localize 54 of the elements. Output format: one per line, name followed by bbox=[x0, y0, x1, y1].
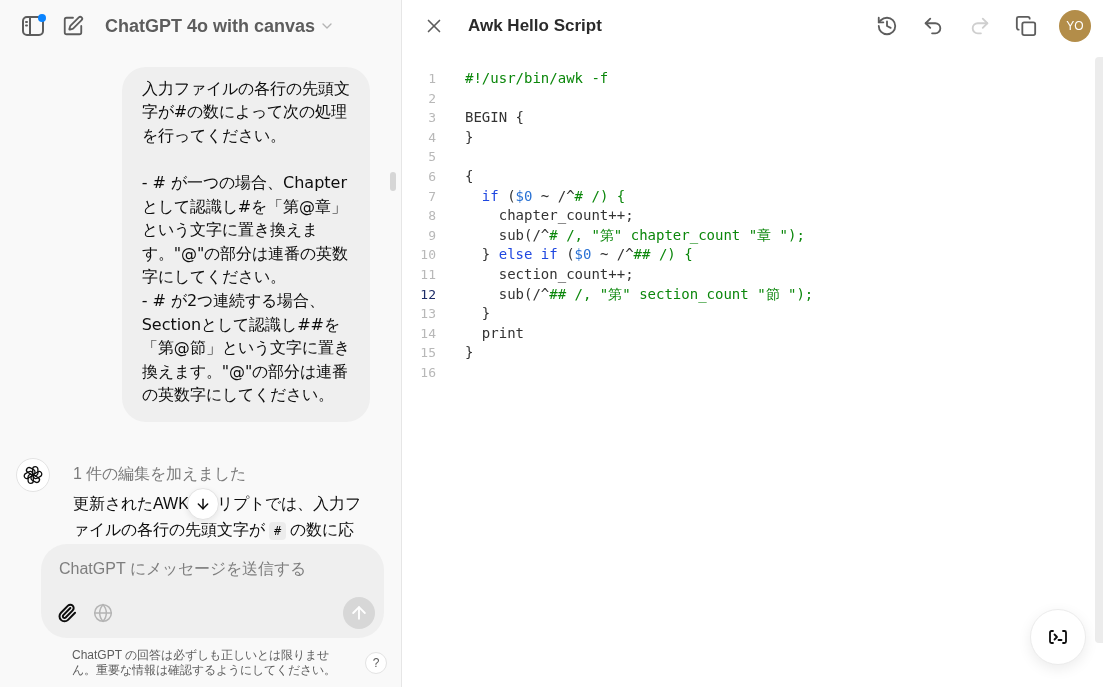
copy-icon bbox=[1015, 15, 1037, 37]
code-actions-button[interactable] bbox=[1030, 609, 1086, 665]
code-line: sub(/^# /, "第" chapter_count "章 "); bbox=[497, 225, 806, 246]
line-number: 5 bbox=[428, 148, 436, 167]
sidebar-icon bbox=[22, 16, 44, 36]
code-line: print bbox=[480, 323, 525, 343]
inline-code: # bbox=[269, 522, 287, 540]
code-line: if ($0 ~ /^# /) { bbox=[480, 186, 627, 206]
globe-icon bbox=[93, 603, 113, 623]
line-number: 14 bbox=[420, 324, 436, 343]
code-line: { bbox=[465, 166, 475, 186]
pencil-square-icon bbox=[62, 15, 84, 37]
code-line: } bbox=[465, 343, 475, 363]
user-message: 入力ファイルの各行の先頭文字が#の数によって次の処理を行ってください。 - # が一つの場合、Chapterとして認識し#を「第@章」という文字に置き換えます。"@"の部分は連番の英数字にしてください。 - # が2つ連続する場合、Sectionとして認識し##を「第@節」という文字に置き換えます。"@"の部分は連番の英数字にしてください。 bbox=[121, 66, 370, 422]
line-number: 13 bbox=[420, 305, 436, 324]
attach-button[interactable] bbox=[57, 603, 77, 623]
paperclip-icon bbox=[57, 603, 77, 623]
model-menu-button[interactable]: ChatGPT 4o with canvas bbox=[105, 15, 336, 37]
code-line: } bbox=[480, 304, 492, 324]
sidebar-toggle-button[interactable] bbox=[21, 14, 45, 38]
disclaimer-text: ChatGPT の回答は必ずしも正しいとは限りません。重要な情報は確認するようにしてください。 bbox=[72, 647, 337, 678]
line-number: 2 bbox=[428, 89, 436, 108]
line-number: 15 bbox=[420, 344, 436, 363]
line-number: 10 bbox=[420, 246, 436, 265]
history-icon bbox=[875, 15, 898, 37]
line-number: 1 bbox=[428, 70, 436, 88]
code-line: chapter_count++; bbox=[497, 206, 635, 226]
edit-status-text: 1 件の編集を加えました bbox=[73, 464, 248, 484]
code-line: #!/usr/bin/awk -f bbox=[465, 69, 610, 88]
code-line: section_count++; bbox=[497, 264, 635, 285]
line-number: 11 bbox=[420, 265, 436, 284]
code-line: sub(/^## /, "第" section_count "節 "); bbox=[497, 284, 815, 305]
code-line: } else if ($0 ~ /^## /) { bbox=[480, 245, 694, 265]
line-number: 4 bbox=[428, 128, 436, 147]
undo-icon bbox=[922, 15, 944, 37]
line-number: 7 bbox=[428, 187, 436, 206]
line-number: 3 bbox=[428, 109, 436, 128]
line-number: 8 bbox=[428, 207, 436, 226]
code-line: BEGIN { bbox=[465, 108, 525, 128]
logo-icon bbox=[16, 458, 50, 492]
line-number: 16 bbox=[420, 363, 436, 382]
arrow-up-icon bbox=[349, 603, 369, 623]
scroll-thumb[interactable] bbox=[390, 172, 396, 191]
line-number: 12 bbox=[420, 285, 436, 304]
terminal-icon bbox=[1049, 630, 1067, 644]
document-title: Awk Hello Script bbox=[468, 16, 603, 36]
message-text: 更新されたAWK リプトでは、入力ファイルの各行の先頭文字が # の数に応 bbox=[73, 491, 370, 544]
line-number: 6 bbox=[428, 167, 436, 186]
message-input[interactable]: ChatGPT にメッセージを送信する bbox=[57, 557, 375, 581]
help-button[interactable]: ? bbox=[365, 651, 387, 674]
code-line: } bbox=[465, 127, 475, 147]
scroll-down-button[interactable] bbox=[186, 488, 219, 520]
new-chat-button[interactable] bbox=[61, 14, 85, 38]
line-number: 9 bbox=[428, 226, 436, 245]
